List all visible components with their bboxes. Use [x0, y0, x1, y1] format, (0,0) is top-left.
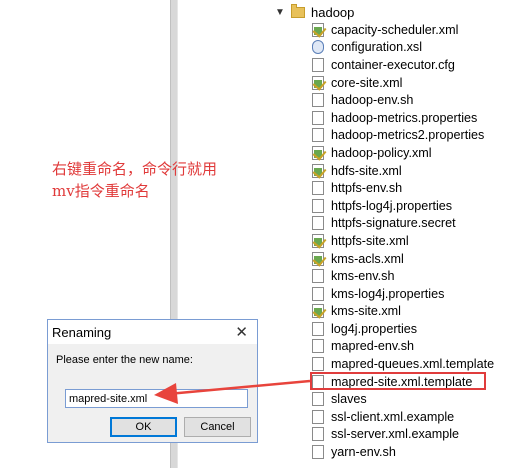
dialog-title: Renaming: [52, 324, 112, 340]
file-label: container-executor.cfg: [331, 57, 455, 72]
file-icon: [312, 392, 324, 407]
file-label: mapred-queues.xml.template: [331, 357, 495, 372]
file-label: yarn-env.sh: [331, 445, 396, 460]
file-label: log4j.properties: [331, 321, 418, 336]
file-label: mapred-env.sh: [331, 339, 415, 354]
highlight-box: [310, 371, 486, 390]
annotation-line-1: 右键重命名，命令行就用: [52, 160, 218, 178]
file-icon: [312, 128, 324, 143]
xsl-file-icon: [312, 40, 324, 55]
file-item[interactable]: kms-log4j.properties: [312, 285, 506, 303]
file-item[interactable]: hdfs-site.xml: [312, 162, 506, 180]
xml-file-icon: [312, 233, 324, 248]
file-item[interactable]: httpfs-log4j.properties: [312, 197, 506, 215]
file-label: hadoop-policy.xml: [331, 145, 432, 160]
file-label: kms-env.sh: [331, 269, 395, 284]
ok-button[interactable]: OK: [110, 417, 177, 437]
file-item[interactable]: kms-env.sh: [312, 267, 506, 285]
file-icon: [312, 57, 324, 72]
file-icon: [312, 269, 324, 284]
file-label: configuration.xsl: [331, 40, 423, 55]
file-item-highlighted[interactable]: mapred-site.xml.template: [310, 371, 506, 391]
file-item[interactable]: httpfs-site.xml: [312, 232, 506, 250]
file-item[interactable]: configuration.xsl: [312, 39, 506, 57]
file-item[interactable]: httpfs-env.sh: [312, 179, 506, 197]
file-item[interactable]: capacity-scheduler.xml: [312, 21, 506, 39]
file-label: ssl-server.xml.example: [331, 427, 460, 442]
file-icon: [312, 181, 324, 196]
file-item[interactable]: slaves: [312, 390, 506, 408]
file-icon: [312, 427, 324, 442]
file-label: httpfs-env.sh: [331, 181, 403, 196]
file-item[interactable]: core-site.xml: [312, 74, 506, 92]
file-label: httpfs-log4j.properties: [331, 198, 453, 213]
file-label: kms-log4j.properties: [331, 286, 445, 301]
annotation-line-2: mv指令重命名: [52, 182, 150, 200]
file-icon: [312, 110, 324, 125]
file-label: kms-acls.xml: [331, 251, 404, 266]
xml-file-icon: [312, 251, 324, 266]
xml-file-icon: [312, 304, 324, 319]
xml-file-icon: [312, 75, 324, 90]
file-label: kms-site.xml: [331, 304, 401, 319]
folder-label: hadoop: [311, 5, 355, 20]
file-item[interactable]: ssl-client.xml.example: [312, 408, 506, 426]
file-item[interactable]: hadoop-metrics2.properties: [312, 127, 506, 145]
file-icon: [312, 409, 324, 424]
close-icon[interactable]: ✕: [235, 323, 248, 341]
file-item[interactable]: ssl-server.xml.example: [312, 426, 506, 444]
file-label: hdfs-site.xml: [331, 163, 402, 178]
file-label: httpfs-signature.secret: [331, 216, 456, 231]
file-label: hadoop-metrics2.properties: [331, 128, 485, 143]
file-icon: [312, 286, 324, 301]
dialog-prompt: Please enter the new name:: [56, 354, 193, 366]
folder-row[interactable]: ▼ hadoop: [275, 4, 354, 21]
file-item[interactable]: mapred-queues.xml.template: [312, 355, 506, 373]
annotation-note: 右键重命名，命令行就用 mv指令重命名: [52, 158, 217, 202]
file-icon: [312, 216, 324, 231]
xml-file-icon: [312, 145, 324, 160]
file-icon: [312, 357, 324, 372]
dialog-titlebar: Renaming ✕: [48, 320, 257, 344]
xml-file-icon: [312, 163, 324, 178]
cancel-button[interactable]: Cancel: [184, 417, 251, 437]
file-icon: [312, 321, 324, 336]
chevron-down-icon[interactable]: ▼: [275, 7, 285, 18]
file-item[interactable]: httpfs-signature.secret: [312, 215, 506, 233]
file-label: httpfs-site.xml: [331, 233, 409, 248]
file-icon: [312, 339, 324, 354]
file-item[interactable]: hadoop-policy.xml: [312, 144, 506, 162]
file-icon: [312, 93, 324, 108]
file-icon: [312, 445, 324, 460]
file-list: capacity-scheduler.xml configuration.xsl c…: [310, 21, 506, 461]
file-label: capacity-scheduler.xml: [331, 22, 459, 37]
file-icon: [312, 198, 324, 213]
file-item[interactable]: hadoop-metrics.properties: [312, 109, 506, 127]
new-name-input[interactable]: [65, 389, 248, 408]
file-label: hadoop-env.sh: [331, 93, 414, 108]
file-item[interactable]: kms-acls.xml: [312, 250, 506, 268]
file-item[interactable]: container-executor.cfg: [312, 56, 506, 74]
file-label: ssl-client.xml.example: [331, 409, 455, 424]
file-item[interactable]: log4j.properties: [312, 320, 506, 338]
file-item[interactable]: yarn-env.sh: [312, 443, 506, 461]
file-label: slaves: [331, 392, 367, 407]
file-label: core-site.xml: [331, 75, 403, 90]
rename-dialog: Renaming ✕ Please enter the new name: OK…: [47, 319, 258, 443]
file-item[interactable]: mapred-env.sh: [312, 338, 506, 356]
xml-file-icon: [312, 22, 324, 37]
file-label: hadoop-metrics.properties: [331, 110, 478, 125]
file-item[interactable]: kms-site.xml: [312, 303, 506, 321]
folder-icon: [291, 4, 305, 18]
file-item[interactable]: hadoop-env.sh: [312, 91, 506, 109]
